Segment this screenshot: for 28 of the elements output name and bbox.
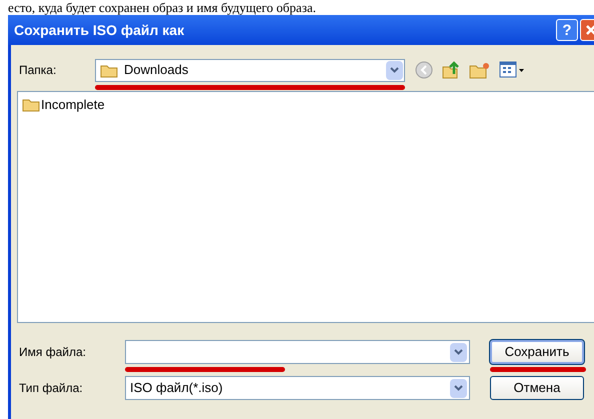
chevron-down-icon [390, 67, 399, 73]
folder-item[interactable]: Incomplete [21, 95, 106, 114]
folder-icon [100, 62, 118, 78]
folder-name: Incomplete [41, 96, 105, 114]
back-icon[interactable] [415, 61, 433, 79]
new-folder-icon[interactable] [469, 61, 491, 79]
file-name-field[interactable] [125, 340, 470, 364]
chevron-down-icon [454, 385, 463, 391]
cancel-button[interactable]: Отмена [490, 376, 584, 400]
field-label: Имя файла: [18, 344, 87, 361]
folder-up-icon[interactable] [441, 60, 461, 80]
save-button[interactable]: Сохранить [490, 340, 584, 364]
folder-value: Downloads [124, 61, 190, 80]
caption-text: есто, куда будет сохранен образ и имя будущего образа. [7, 0, 317, 15]
folder-dropdown[interactable]: Downloads [95, 58, 405, 82]
window-title: Сохранить ISO файл как [14, 20, 186, 40]
view-menu-icon[interactable] [499, 61, 525, 79]
dropdown-button[interactable] [450, 342, 467, 362]
folder-icon [22, 97, 40, 112]
dropdown-button[interactable] [450, 378, 467, 398]
field-label: Тип файла: [18, 380, 84, 397]
close-icon [585, 24, 594, 36]
chevron-down-icon [454, 349, 463, 355]
help-button[interactable]: ? [556, 19, 578, 41]
file-type-dropdown[interactable]: ISO файл(*.iso) [125, 376, 470, 400]
folder-label: Папка: [18, 62, 58, 79]
dropdown-button[interactable] [386, 60, 403, 80]
field-value: ISO файл(*.iso) [130, 379, 224, 398]
